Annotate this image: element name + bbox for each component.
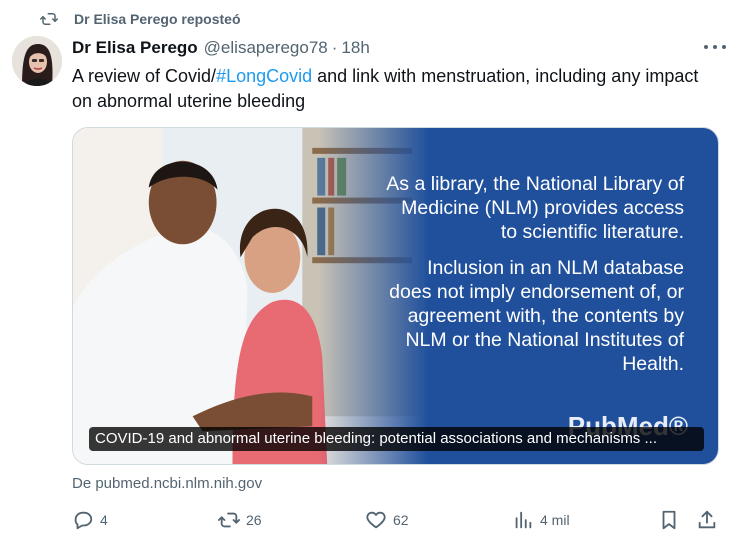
repost-icon [40,13,58,25]
heart-icon [366,511,386,529]
link-source[interactable]: De pubmed.ncbi.nlm.nih.gov [72,475,262,492]
reply-button[interactable]: 4 [72,508,108,532]
tweet-text-part: A review of Covid/ [72,66,217,86]
link-card[interactable]: As a library, the National Library of Me… [72,127,719,465]
repost-label: Dr Elisa Perego reposteó [74,11,241,27]
share-button[interactable] [696,508,724,532]
more-options-button[interactable] [704,38,726,56]
author-handle[interactable]: @elisaperego78 [204,38,328,58]
more-dot-icon [713,45,717,49]
reply-count: 4 [100,512,108,528]
repost-indicator[interactable]: Dr Elisa Perego reposteó [40,10,241,28]
reply-icon [74,511,93,530]
repost-icon [218,512,240,528]
like-button[interactable]: 62 [365,508,409,532]
more-dot-icon [704,45,708,49]
action-bar: 4 26 62 4 mil [72,508,722,532]
timestamp[interactable]: 18h [341,38,369,58]
card-paragraph: Inclusion in an NLM database does not im… [389,257,684,375]
tweet-text: A review of Covid/#LongCovid and link wi… [72,64,712,114]
bookmark-icon [662,510,676,530]
repost-button[interactable]: 26 [218,508,262,532]
card-title-caption[interactable]: COVID-19 and abnormal uterine bleeding: … [89,427,704,451]
tweet-header: Dr Elisa Perego @elisaperego78 · 18h [72,38,728,58]
more-dot-icon [722,45,726,49]
view-count: 4 mil [540,512,570,528]
card-paragraph: As a library, the National Library of Me… [386,173,684,243]
share-icon [698,510,716,529]
analytics-icon [515,511,532,529]
card-overlay-text: As a library, the National Library of Me… [384,172,684,388]
hashtag-link[interactable]: #LongCovid [216,66,312,86]
separator-dot: · [331,38,338,57]
views-button[interactable]: 4 mil [512,508,570,532]
bookmark-button[interactable] [658,508,686,532]
avatar[interactable] [12,36,62,86]
author-name[interactable]: Dr Elisa Perego [72,38,198,58]
like-count: 62 [393,512,409,528]
repost-count: 26 [246,512,262,528]
